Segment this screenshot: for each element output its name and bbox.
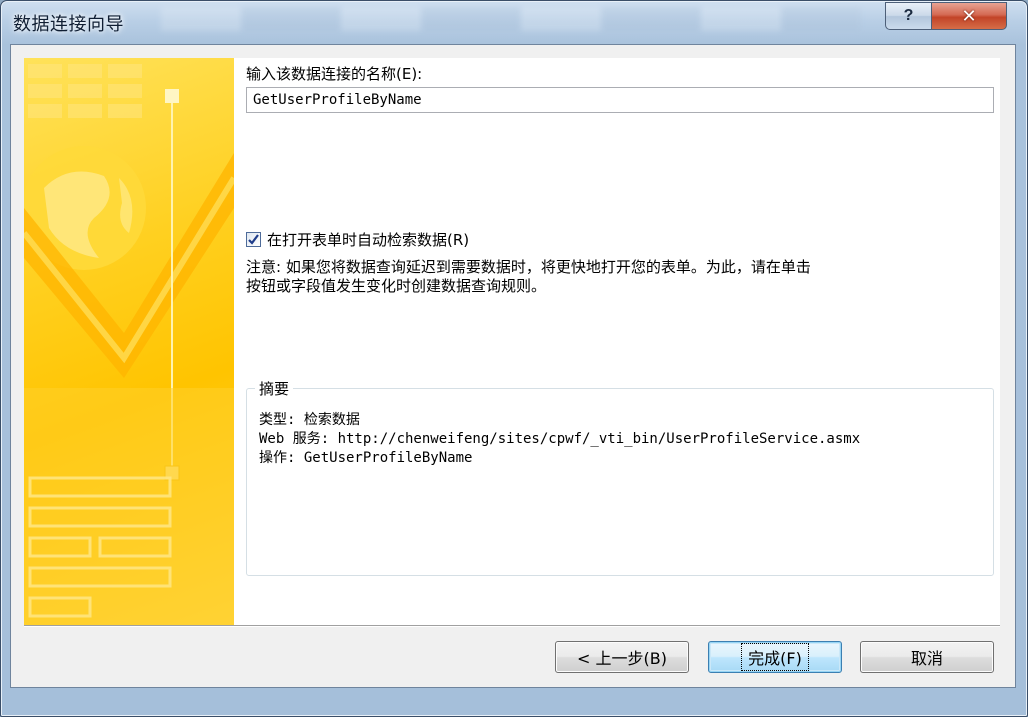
summary-type: 类型: 检索数据 xyxy=(259,412,360,428)
note-line-1: 注意: 如果您将数据查询延迟到需要数据时，将更快地打开您的表单。为此，请在单击 xyxy=(246,258,811,276)
connection-name-input[interactable] xyxy=(246,87,994,113)
banner-art xyxy=(24,64,234,625)
note-text: 注意: 如果您将数据查询延迟到需要数据时，将更快地打开您的表单。为此，请在单击 … xyxy=(246,258,998,296)
wizard-banner-image xyxy=(24,58,234,625)
summary-operation: 操作: GetUserProfileByName xyxy=(259,450,473,466)
finish-button-label: 完成(F) xyxy=(741,643,809,671)
wizard-content: 输入该数据连接的名称(E): 在打开表单时自动检索数据(R) 注意: 如果您将数… xyxy=(234,58,1000,625)
titlebar-background-blur xyxy=(161,7,861,31)
finish-button[interactable]: 完成(F) xyxy=(708,641,842,673)
auto-retrieve-label: 在打开表单时自动检索数据(R) xyxy=(267,231,470,249)
summary-web-service: Web 服务: http://chenweifeng/sites/cpwf/_v… xyxy=(259,431,861,447)
back-button[interactable]: < 上一步(B) xyxy=(555,641,689,673)
cancel-button[interactable]: 取消 xyxy=(860,641,994,673)
auto-retrieve-option[interactable]: 在打开表单时自动检索数据(R) xyxy=(246,229,469,250)
help-button[interactable]: ? xyxy=(885,2,931,30)
close-button[interactable]: ✕ xyxy=(931,2,1007,30)
dialog-client-area: 输入该数据连接的名称(E): 在打开表单时自动检索数据(R) 注意: 如果您将数… xyxy=(10,44,1016,688)
summary-group: 摘要 类型: 检索数据 Web 服务: http://chenweifeng/s… xyxy=(246,378,994,576)
summary-title: 摘要 xyxy=(255,378,294,399)
note-line-2: 按钮或字段值发生变化时创建数据查询规则。 xyxy=(246,277,547,295)
button-separator xyxy=(24,625,1000,627)
connection-name-label: 输入该数据连接的名称(E): xyxy=(246,65,423,83)
help-icon: ? xyxy=(903,7,914,24)
summary-details: 类型: 检索数据 Web 服务: http://chenweifeng/site… xyxy=(259,411,860,468)
close-icon: ✕ xyxy=(961,5,977,26)
wizard-window: 数据连接向导 ? ✕ 输入该数据连接的名称(E): GetUserProfile… xyxy=(0,0,1028,717)
title-bar-buttons: ? ✕ xyxy=(885,2,1007,30)
auto-retrieve-checkbox[interactable] xyxy=(246,232,261,247)
checkmark-icon xyxy=(248,234,259,245)
window-title: 数据连接向导 xyxy=(13,14,124,35)
